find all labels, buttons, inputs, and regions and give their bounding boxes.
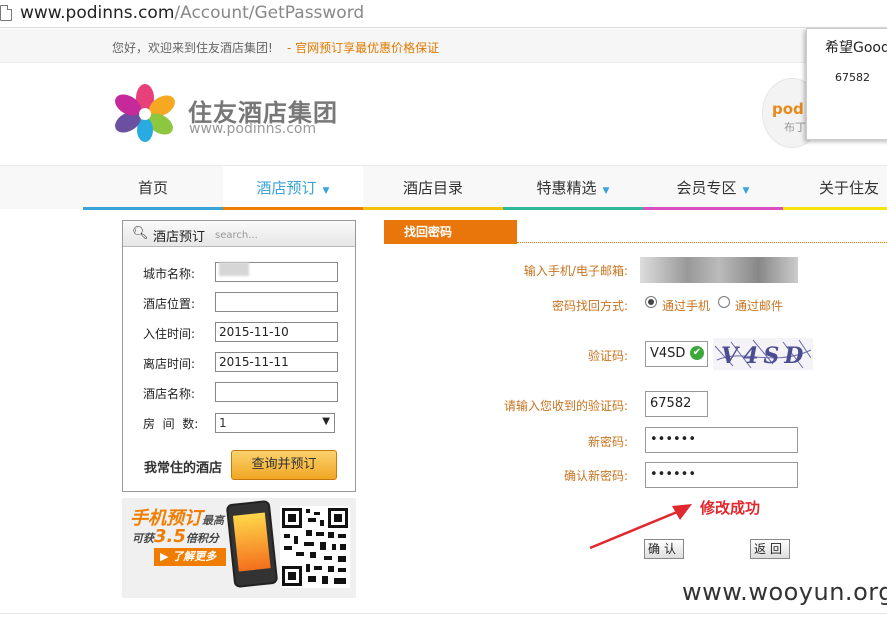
method-phone-text[interactable]: 通过手机: [662, 297, 710, 314]
popup-code: 67582: [835, 71, 870, 84]
nav-label: 关于住友: [819, 179, 880, 197]
location-label: 酒店位置:: [143, 297, 196, 311]
nav-label: 会员专区: [676, 179, 737, 197]
hotel-name-label: 酒店名称:: [143, 387, 196, 401]
nav-item-about[interactable]: 关于住友: [783, 166, 887, 210]
captcha-label: 验证码:: [587, 349, 628, 363]
checkin-input[interactable]: 2015-11-10: [215, 322, 338, 342]
pod-badge-text: pod: [772, 100, 804, 118]
back-button[interactable]: 返回: [750, 539, 790, 559]
brand-url: www.podinns.com: [189, 121, 317, 137]
url-path: /Account/GetPassword: [174, 3, 365, 23]
nav-underline: [503, 207, 643, 210]
nav-item-members[interactable]: 会员专区 ▼: [643, 166, 783, 210]
learn-more-button[interactable]: ▶ 了解更多: [154, 548, 226, 566]
captcha-image[interactable]: V4SD: [713, 338, 813, 370]
nav-item-hotel-booking[interactable]: 酒店预订 ▼: [223, 166, 363, 210]
nav-underline: [363, 207, 503, 210]
hotel-name-input[interactable]: [215, 382, 338, 402]
nav-item-home[interactable]: 首页: [83, 166, 223, 210]
banner-line2-prefix: 可获: [132, 532, 154, 545]
address-bar[interactable]: www.podinns.com/Account/GetPassword: [0, 0, 887, 28]
method-phone-radio[interactable]: [645, 296, 657, 308]
confirm-button[interactable]: 确认: [644, 539, 684, 559]
watermark: www.wooyun.org: [682, 578, 887, 606]
nav-underline: [83, 207, 223, 210]
chevron-down-icon: ▼: [322, 416, 330, 427]
promo-link[interactable]: - 官网预订享最优惠价格保证: [287, 39, 439, 56]
banner-line2-suffix: 倍积分: [185, 532, 219, 545]
booking-header: 🔍︎ 酒店预订 search...: [123, 221, 355, 247]
checkout-input[interactable]: 2015-11-11: [215, 352, 338, 372]
favorite-hotels-link[interactable]: 我常住的酒店: [144, 457, 222, 476]
rooms-value: 1: [219, 416, 227, 430]
sms-popup: 希望Good 67582: [806, 28, 887, 140]
booking-search-hint: search...: [215, 230, 258, 241]
banner-multiplier: 3.5: [154, 526, 186, 547]
mobile-booking-banner[interactable]: 手机预订最高 可获3.5倍积分 ▶ 了解更多: [122, 498, 356, 598]
location-input[interactable]: [215, 292, 338, 312]
popup-title: 希望Good: [825, 40, 887, 56]
chevron-down-icon: ▼: [602, 186, 610, 196]
nav-label: 首页: [137, 179, 168, 197]
phone-illustration-icon: [225, 499, 279, 589]
footer-divider: [0, 613, 887, 614]
chevron-down-icon: ▼: [322, 186, 330, 196]
checkout-label: 离店时间:: [143, 357, 196, 371]
confirm-password-label: 确认新密码:: [563, 469, 628, 483]
success-annotation: 修改成功: [700, 499, 761, 517]
method-email-radio[interactable]: [718, 296, 730, 308]
url-host: www.podinns.com: [20, 3, 175, 23]
qr-code-icon: [280, 506, 350, 588]
check-icon: ✔: [690, 346, 704, 360]
query-book-button[interactable]: 查询并预订: [231, 450, 337, 480]
new-password-label: 新密码:: [587, 435, 628, 449]
account-label: 输入手机/电子邮箱:: [523, 264, 628, 278]
main-nav: 首页 酒店预订 ▼ 酒店目录 特惠精选 ▼ 会员专区 ▼ 关于住友: [0, 165, 887, 210]
booking-title: 酒店预订: [153, 230, 206, 245]
chevron-down-icon: ▼: [742, 186, 750, 196]
redacted-city: [219, 262, 249, 276]
nav-underline: [223, 207, 363, 210]
sms-code-input[interactable]: 67582: [645, 391, 708, 417]
confirm-password-input[interactable]: ••••••: [645, 462, 798, 488]
method-email-text[interactable]: 通过邮件: [735, 297, 783, 314]
nav-label: 酒店预订: [256, 179, 317, 197]
brand-logo-icon[interactable]: [112, 84, 178, 142]
nav-item-specials[interactable]: 特惠精选 ▼: [503, 166, 643, 210]
nav-underline: [643, 207, 783, 210]
checkin-label: 入住时间:: [143, 327, 196, 341]
tab-find-password[interactable]: 找回密码: [384, 220, 517, 244]
rooms-label: 房 间 数:: [143, 417, 199, 431]
banner-subline: 可获3.5倍积分: [132, 526, 219, 547]
booking-panel: 🔍︎ 酒店预订 search... 城市名称: 酒店位置: 入住时间: 2015…: [122, 220, 356, 492]
page-icon: [0, 5, 12, 21]
account-input-redacted[interactable]: [640, 257, 798, 283]
search-icon: 🔍︎: [132, 226, 149, 241]
url-text[interactable]: www.podinns.com/Account/GetPassword: [20, 3, 364, 23]
welcome-text: 您好，欢迎来到住友酒店集团!: [112, 41, 273, 55]
nav-underline: [783, 207, 887, 210]
captcha-text: V4SD: [721, 343, 808, 369]
city-label: 城市名称:: [143, 267, 196, 281]
rooms-select[interactable]: 1 ▼: [215, 413, 335, 433]
sms-code-label: 请输入您收到的验证码:: [503, 399, 628, 413]
nav-item-hotel-list[interactable]: 酒店目录: [363, 166, 503, 210]
pod-badge-sub: 布丁: [784, 121, 806, 134]
nav-label: 酒店目录: [402, 179, 463, 197]
nav-label: 特惠精选: [536, 179, 597, 197]
method-label: 密码找回方式:: [551, 299, 628, 313]
tab-divider: [517, 242, 887, 243]
phone-screen: [232, 512, 271, 572]
new-password-input[interactable]: ••••••: [645, 427, 798, 453]
